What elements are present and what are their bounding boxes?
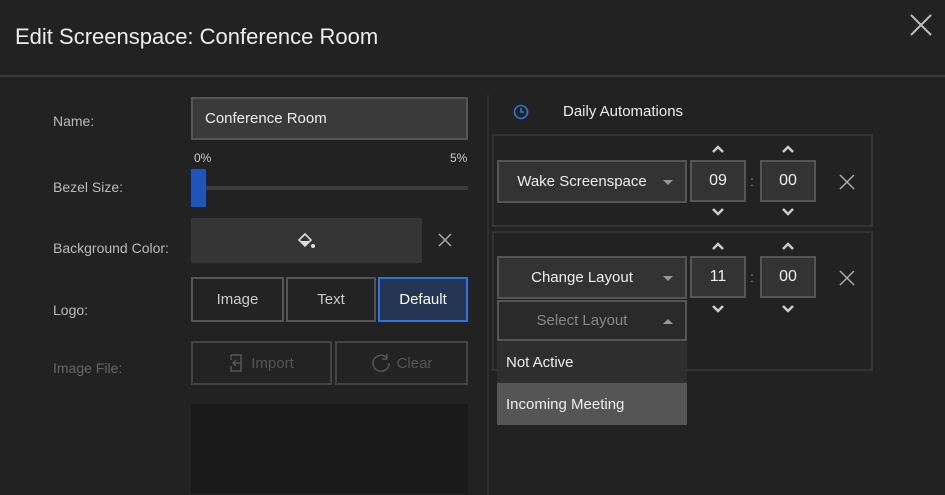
remove-automation-icon[interactable] [838,269,856,287]
hour-input[interactable]: 09 [690,160,746,202]
action-select[interactable]: Wake Screenspace [497,160,687,203]
layout-option-not-active[interactable]: Not Active [497,341,687,383]
layout-select[interactable]: Select Layout [497,300,687,341]
chevron-up-icon [663,318,673,324]
hour-down-icon[interactable] [711,304,725,314]
minute-input[interactable]: 00 [760,160,816,202]
minute-up-icon[interactable] [781,144,795,154]
import-button[interactable]: Import [191,341,332,385]
layout-option-incoming-meeting[interactable]: Incoming Meeting [497,383,687,425]
logo-text-button[interactable]: Text [286,277,376,322]
header-divider [0,75,945,77]
name-input[interactable]: Conference Room [191,97,468,140]
image-file-label: Image File: [53,360,123,376]
clear-background-color-icon[interactable] [438,233,452,247]
clear-button[interactable]: Clear [335,341,468,385]
daily-automations-title: Daily Automations [563,103,684,120]
column-divider [487,95,489,495]
bezel-slider-track[interactable] [191,186,468,190]
name-label: Name: [53,113,95,129]
remove-automation-icon[interactable] [838,173,856,191]
logo-preview [191,404,468,494]
logo-label: Logo: [53,302,89,318]
logo-default-button[interactable]: Default [378,277,468,322]
refresh-icon [371,354,390,372]
minute-input[interactable]: 00 [760,256,816,298]
hour-up-icon[interactable] [711,241,725,251]
bezel-max-label: 5% [450,151,468,165]
hour-input[interactable]: 11 [690,256,746,298]
action-select[interactable]: Change Layout [497,256,687,299]
time-colon: : [750,269,754,285]
background-color-label: Background Color: [53,240,169,256]
background-color-picker[interactable] [191,218,422,263]
chevron-down-icon [663,179,673,185]
clear-label: Clear [396,354,433,372]
import-icon [230,354,242,372]
minute-down-icon[interactable] [781,304,795,314]
clock-icon [513,104,529,120]
bezel-min-label: 0% [194,151,212,165]
hour-up-icon[interactable] [711,144,725,154]
close-icon[interactable] [908,12,934,38]
bezel-size-label: Bezel Size: [53,179,124,195]
action-select-value: Wake Screenspace [517,173,647,190]
minute-up-icon[interactable] [781,241,795,251]
hour-down-icon[interactable] [711,207,725,217]
layout-select-placeholder: Select Layout [536,312,628,329]
action-select-value: Change Layout [531,269,633,286]
paint-bucket-icon [297,232,315,248]
bezel-slider-thumb[interactable] [191,169,206,207]
minute-down-icon[interactable] [781,207,795,217]
dialog-title: Edit Screenspace: Conference Room [15,24,379,49]
time-colon: : [750,173,754,189]
chevron-down-icon [663,275,673,281]
import-label: Import [251,354,294,372]
logo-image-button[interactable]: Image [191,277,284,322]
